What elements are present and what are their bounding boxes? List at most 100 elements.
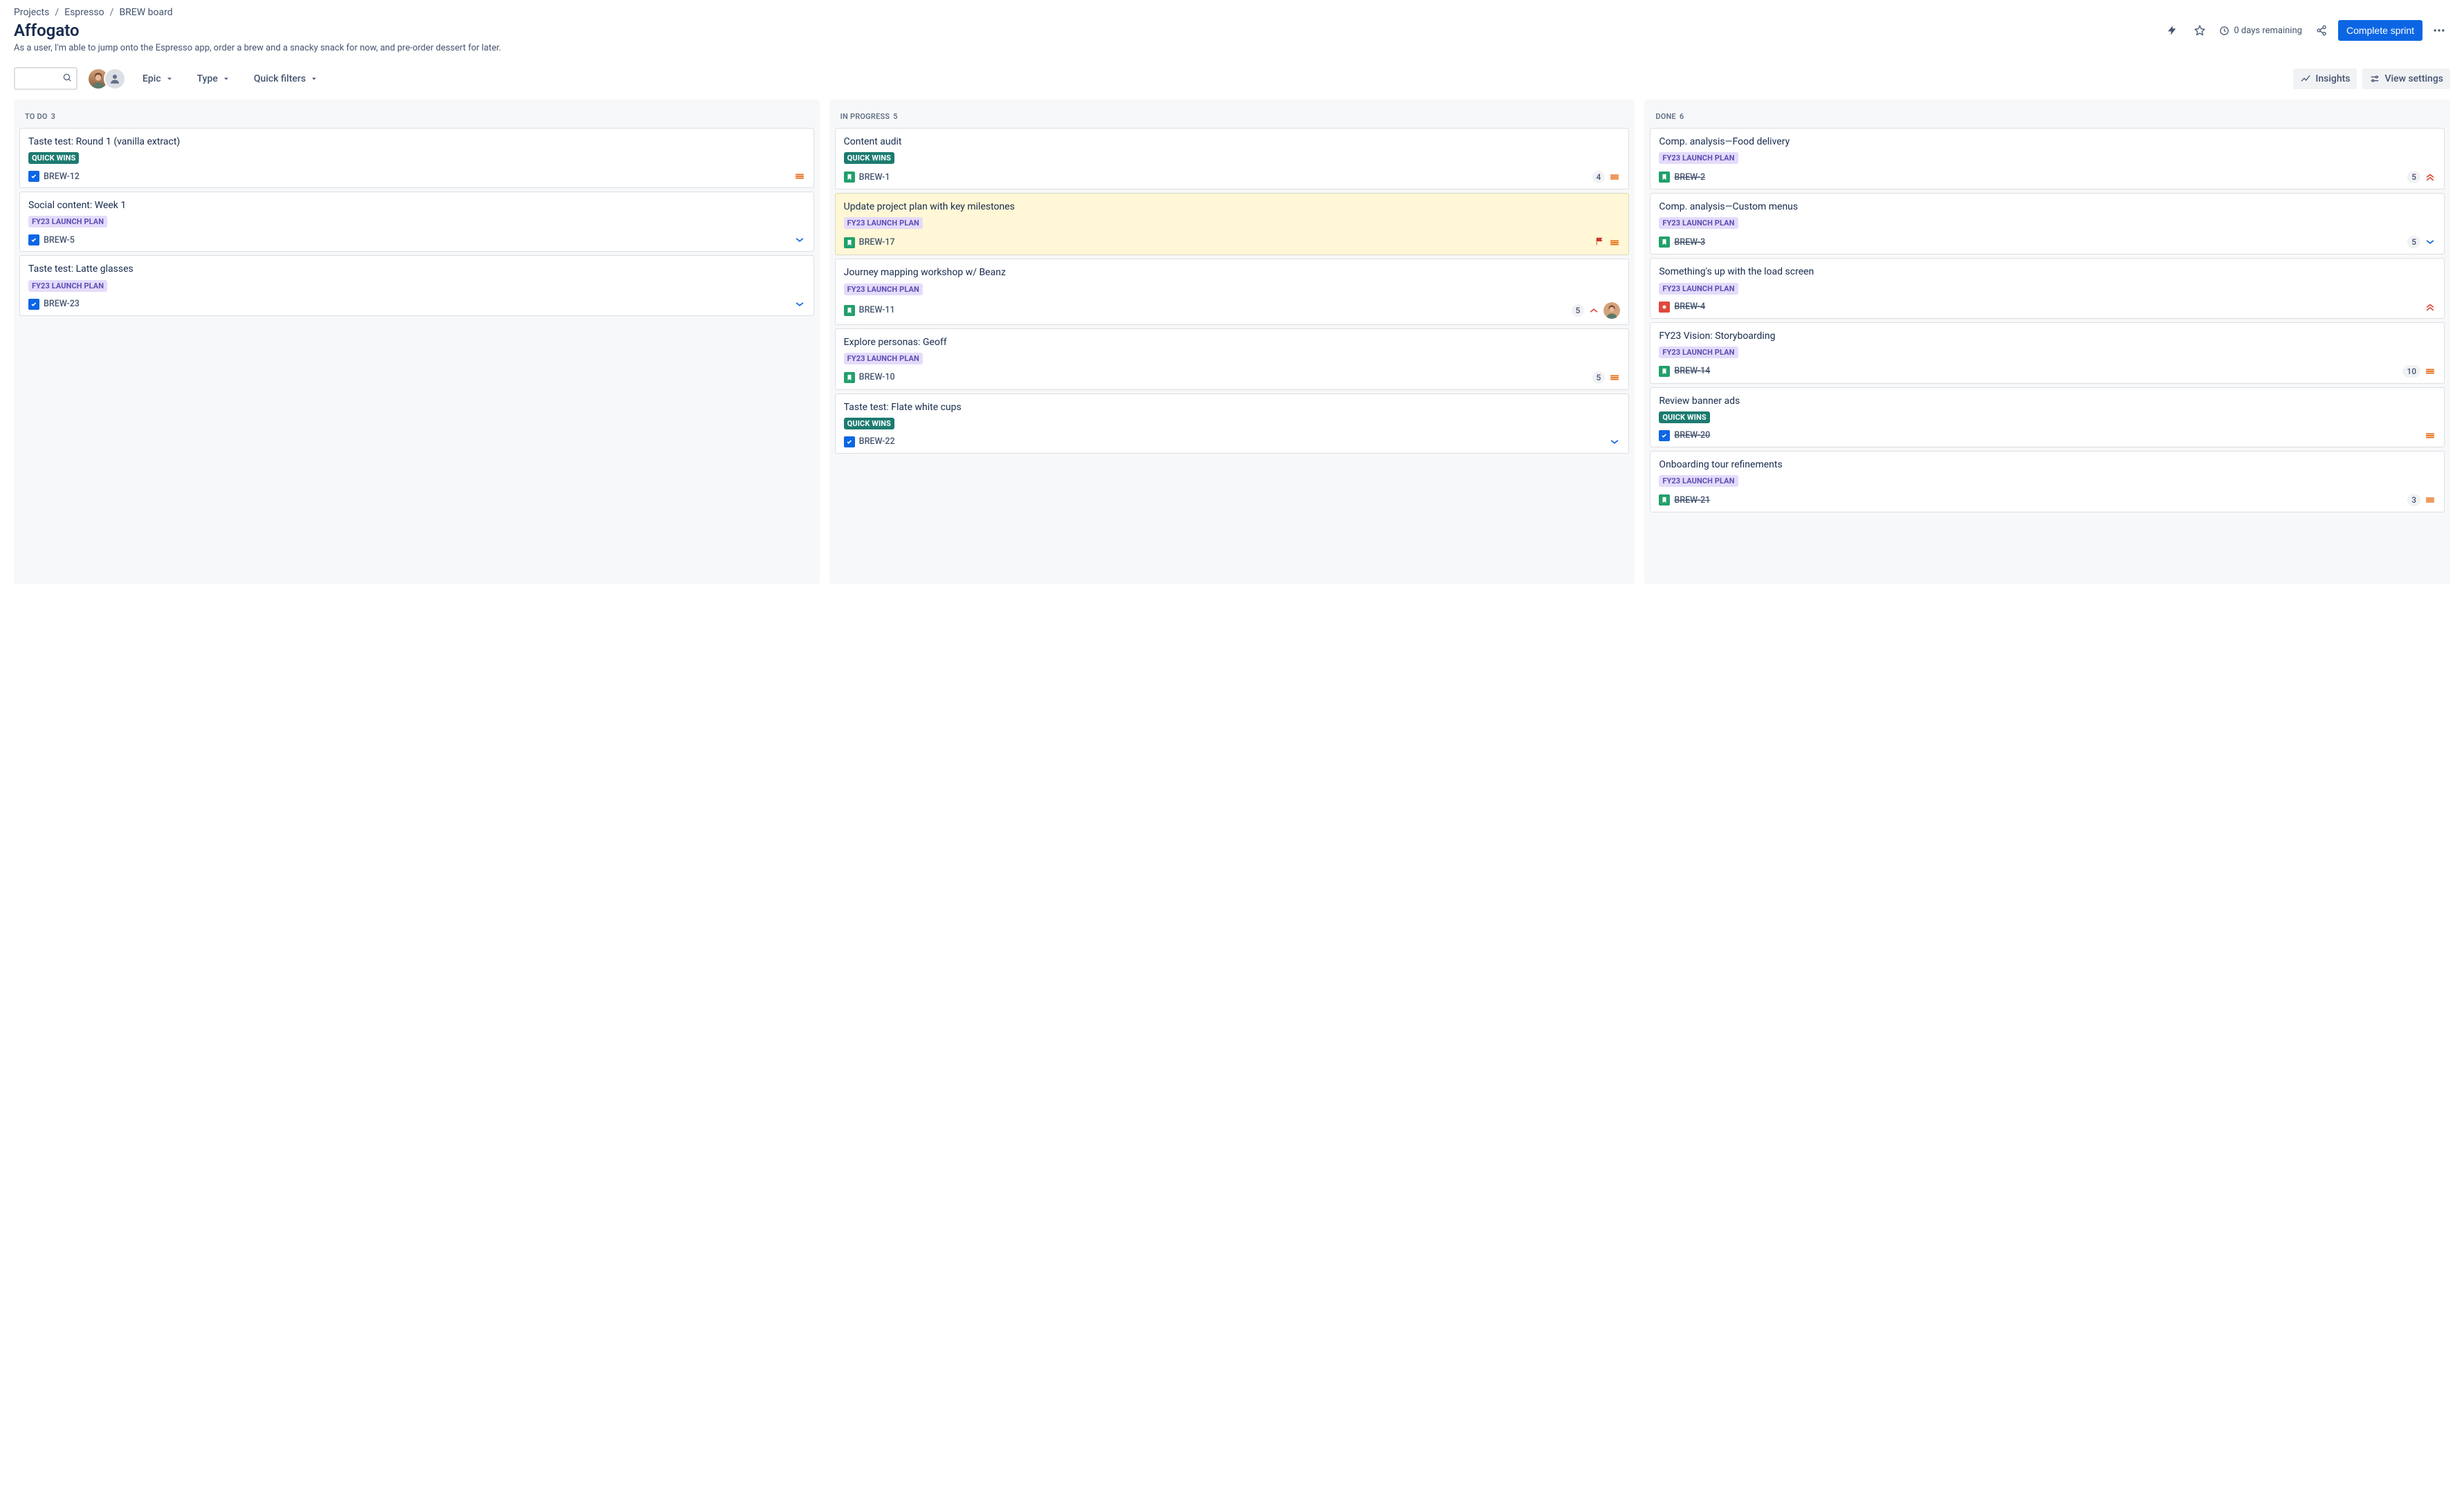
card-footer-left: BREW-3: [1659, 237, 1705, 248]
issue-key[interactable]: BREW-20: [1674, 430, 1710, 441]
priority-high-icon: [1588, 305, 1599, 316]
quick-filters[interactable]: Quick filters: [247, 69, 325, 89]
epic-label[interactable]: FY23 LAUNCH PLAN: [28, 216, 107, 228]
card-footer-right: 5: [1592, 371, 1621, 384]
issue-key[interactable]: BREW-3: [1674, 237, 1705, 248]
card-footer-right: [794, 234, 805, 245]
automation-icon[interactable]: [2161, 19, 2183, 41]
issue-key[interactable]: BREW-14: [1674, 366, 1710, 376]
view-settings-button[interactable]: View settings: [2362, 68, 2450, 89]
issue-key[interactable]: BREW-10: [859, 372, 895, 382]
epic-label[interactable]: FY23 LAUNCH PLAN: [1659, 283, 1738, 295]
toolbar-left: Epic Type Quick filters: [14, 67, 325, 90]
epic-label[interactable]: QUICK WINS: [844, 152, 894, 164]
column-todo: TO DO 3Taste test: Round 1 (vanilla extr…: [14, 100, 820, 584]
card-footer-left: BREW-2: [1659, 171, 1705, 183]
epic-label[interactable]: FY23 LAUNCH PLAN: [844, 217, 923, 229]
story-points-badge: 3: [2407, 494, 2420, 506]
issue-card[interactable]: Something's up with the load screen FY23 …: [1650, 258, 2445, 318]
issue-card[interactable]: Comp. analysis—Food deliveryFY23 LAUNCH …: [1650, 128, 2445, 189]
card-footer-left: BREW-23: [28, 299, 80, 310]
card-labels: QUICK WINS: [844, 152, 1621, 164]
breadcrumb-projects[interactable]: Projects: [14, 7, 49, 18]
star-icon[interactable]: [2189, 19, 2211, 41]
epic-label[interactable]: FY23 LAUNCH PLAN: [844, 284, 923, 295]
card-labels: FY23 LAUNCH PLAN: [1659, 217, 2436, 229]
issue-card[interactable]: Update project plan with key milestonesF…: [835, 193, 1630, 255]
card-title: Something's up with the load screen: [1659, 266, 2436, 278]
issue-card[interactable]: Onboarding tour refinements FY23 LAUNCH P…: [1650, 451, 2445, 512]
card-footer-left: BREW-17: [844, 237, 895, 248]
breadcrumb-board[interactable]: BREW board: [119, 7, 172, 18]
issue-key[interactable]: BREW-5: [44, 235, 75, 245]
issue-key[interactable]: BREW-12: [44, 171, 80, 182]
more-actions-button[interactable]: [2428, 19, 2450, 41]
card-labels: FY23 LAUNCH PLAN: [28, 216, 805, 228]
breadcrumb-separator: /: [55, 7, 59, 18]
type-filter[interactable]: Type: [190, 69, 237, 89]
card-footer-right: 3: [2407, 494, 2436, 506]
card-footer: BREW-23: [28, 299, 805, 310]
share-icon[interactable]: [2310, 19, 2333, 41]
story-points-badge: 5: [2407, 171, 2420, 183]
issue-key[interactable]: BREW-11: [859, 305, 895, 315]
days-remaining[interactable]: 0 days remaining: [2216, 26, 2305, 36]
issue-key[interactable]: BREW-2: [1674, 172, 1705, 183]
epic-label[interactable]: FY23 LAUNCH PLAN: [1659, 346, 1738, 358]
issue-key[interactable]: BREW-17: [859, 237, 895, 248]
story-points-badge: 5: [2407, 236, 2420, 248]
breadcrumb-project[interactable]: Espresso: [64, 7, 104, 18]
insights-button[interactable]: Insights: [2293, 68, 2357, 89]
issue-card[interactable]: Explore personas: GeoffFY23 LAUNCH PLANB…: [835, 328, 1630, 390]
card-footer-left: BREW-20: [1659, 430, 1710, 441]
issue-type-task-icon: [844, 436, 855, 447]
issue-type-story-icon: [844, 305, 855, 316]
story-points-badge: 5: [1572, 304, 1585, 317]
issue-card[interactable]: Taste test: Round 1 (vanilla extract)QUI…: [19, 128, 814, 188]
epic-label[interactable]: QUICK WINS: [28, 152, 79, 164]
epic-filter[interactable]: Epic: [136, 69, 181, 89]
issue-card[interactable]: FY23 Vision: StoryboardingFY23 LAUNCH PL…: [1650, 322, 2445, 384]
issue-key[interactable]: BREW-22: [859, 436, 895, 447]
epic-label[interactable]: FY23 LAUNCH PLAN: [28, 280, 107, 292]
issue-card[interactable]: Taste test: Latte glassesFY23 LAUNCH PLA…: [19, 255, 814, 315]
add-people-button[interactable]: [104, 68, 126, 90]
issue-type-story-icon: [844, 372, 855, 383]
complete-sprint-button[interactable]: Complete sprint: [2338, 20, 2422, 41]
card-footer-left: BREW-12: [28, 171, 80, 182]
issue-card[interactable]: Comp. analysis—Custom menus FY23 LAUNCH P…: [1650, 193, 2445, 254]
search-box[interactable]: [14, 67, 77, 90]
issue-card[interactable]: Content auditQUICK WINSBREW-14: [835, 128, 1630, 189]
issue-key[interactable]: BREW-1: [859, 172, 890, 183]
card-title: Social content: Week 1: [28, 199, 805, 212]
epic-label[interactable]: FY23 LAUNCH PLAN: [1659, 152, 1738, 164]
quick-filters-label: Quick filters: [254, 73, 306, 84]
issue-card[interactable]: Journey mapping workshop w/ Beanz FY23 LA…: [835, 259, 1630, 324]
card-footer: BREW-1410: [1659, 365, 2436, 378]
card-footer: BREW-3 5: [1659, 236, 2436, 248]
ellipsis-icon: [2432, 24, 2446, 37]
issue-key[interactable]: BREW-23: [44, 299, 80, 309]
epic-label[interactable]: QUICK WINS: [844, 418, 894, 429]
issue-card[interactable]: Review banner adsQUICK WINSBREW-20: [1650, 387, 2445, 447]
issue-key[interactable]: BREW-21: [1674, 495, 1710, 506]
epic-label[interactable]: FY23 LAUNCH PLAN: [844, 353, 923, 364]
card-assignee-avatar[interactable]: [1603, 302, 1620, 319]
card-labels: FY23 LAUNCH PLAN: [844, 284, 1621, 295]
epic-label[interactable]: FY23 LAUNCH PLAN: [1659, 217, 1738, 229]
card-labels: FY23 LAUNCH PLAN: [844, 217, 1621, 229]
epic-label[interactable]: QUICK WINS: [1659, 411, 1709, 423]
issue-key[interactable]: BREW-4: [1674, 302, 1705, 312]
card-title: Journey mapping workshop w/ Beanz: [844, 266, 1621, 279]
column-card-list: Taste test: Round 1 (vanilla extract)QUI…: [18, 128, 816, 316]
issue-card[interactable]: Social content: Week 1 FY23 LAUNCH PLAN BR…: [19, 192, 814, 252]
epic-filter-label: Epic: [142, 73, 161, 84]
card-footer-left: BREW-22: [844, 436, 895, 447]
card-labels: FY23 LAUNCH PLAN: [1659, 346, 2436, 358]
epic-label[interactable]: FY23 LAUNCH PLAN: [1659, 475, 1738, 487]
card-title: Comp. analysis—Custom menus: [1659, 201, 2436, 213]
issue-type-task-icon: [28, 299, 39, 310]
card-title: Onboarding tour refinements: [1659, 458, 2436, 471]
priority-low-icon: [794, 234, 805, 245]
issue-card[interactable]: Taste test: Flate white cupsQUICK WINSBR…: [835, 393, 1630, 454]
